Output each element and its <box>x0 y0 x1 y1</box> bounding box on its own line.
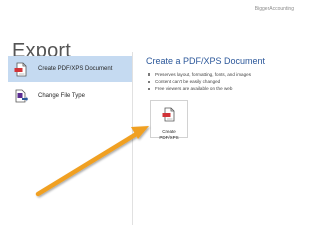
pdf-document-icon <box>11 62 31 77</box>
create-button-label: Create PDF/XPS <box>159 129 179 140</box>
feature-bullet: Preserves layout, formatting, fonts, and… <box>146 71 296 78</box>
watermark-text: BiggerAccounting <box>254 6 294 12</box>
create-pdf-xps-button[interactable]: Create PDF/XPS <box>150 100 188 140</box>
feature-bullet: Content can't be easily changed <box>146 78 296 85</box>
nav-item-label: Change File Type <box>38 93 85 99</box>
pdf-document-icon <box>162 107 176 127</box>
feature-list: Preserves layout, formatting, fonts, and… <box>146 71 296 93</box>
nav-item-change-file-type[interactable]: Change File Type <box>8 83 132 109</box>
change-file-type-icon <box>11 89 31 104</box>
section-title: Create a PDF/XPS Document <box>146 56 266 66</box>
feature-bullet: Free viewers are available on the web <box>146 85 296 92</box>
nav-item-create-pdf-xps[interactable]: Create PDF/XPS Document <box>8 56 132 82</box>
detail-pane: Create a PDF/XPS Document Preserves layo… <box>146 56 296 93</box>
nav-item-label: Create PDF/XPS Document <box>38 66 113 72</box>
